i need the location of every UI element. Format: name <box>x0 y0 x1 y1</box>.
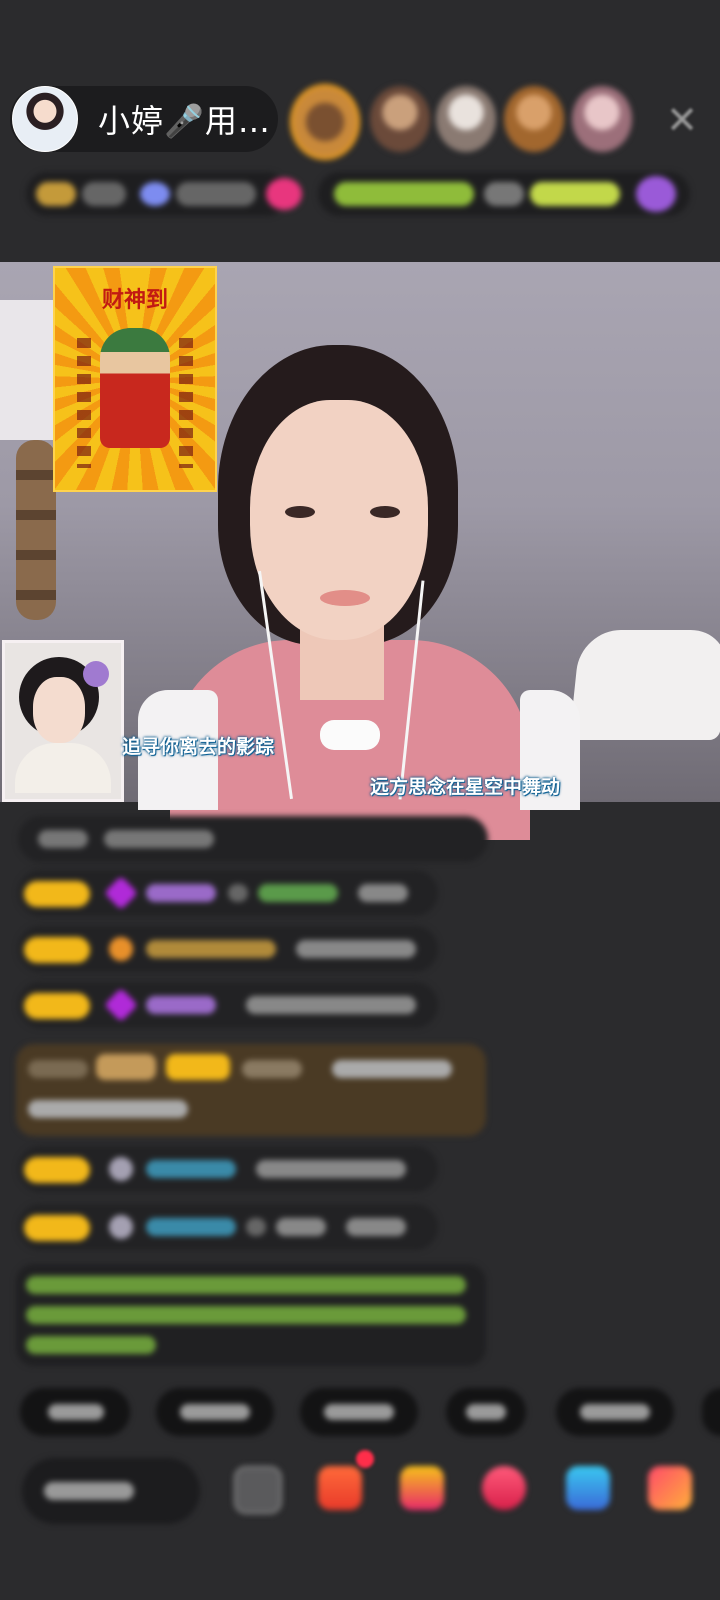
gamepad-icon[interactable] <box>566 1466 610 1510</box>
notification-dot <box>356 1450 374 1468</box>
god-of-wealth-figure <box>100 328 170 448</box>
flower-icon <box>83 661 109 687</box>
quick-reply-chip[interactable] <box>156 1388 274 1436</box>
chat-message[interactable] <box>18 926 438 972</box>
treasure-icon[interactable] <box>400 1466 444 1510</box>
viewer-avatar[interactable] <box>504 86 564 152</box>
top-viewer-avatar[interactable] <box>290 84 360 160</box>
chat-message[interactable] <box>18 870 438 916</box>
quick-reply-chip[interactable] <box>20 1388 130 1436</box>
chat-message[interactable] <box>18 1146 438 1192</box>
heart-icon[interactable] <box>482 1466 526 1510</box>
host-stats-tag[interactable] <box>26 172 302 216</box>
inset-photo <box>2 640 124 802</box>
chat-input[interactable] <box>22 1458 200 1524</box>
poster-title: 财神到 <box>101 287 168 313</box>
viewer-avatar[interactable] <box>370 86 430 152</box>
viewer-avatar[interactable] <box>436 86 496 152</box>
streamer-lips <box>320 590 370 606</box>
system-message <box>16 1264 486 1366</box>
apps-icon[interactable] <box>648 1466 692 1510</box>
streamer-eye <box>370 506 400 518</box>
background-lamp-shade <box>569 630 720 740</box>
close-icon[interactable]: ✕ <box>662 100 702 140</box>
quick-reply-chip[interactable] <box>702 1388 720 1436</box>
inset-photo-face <box>33 677 85 743</box>
host-name[interactable]: 小婷🎤用… <box>98 96 271 142</box>
chat-icon[interactable] <box>234 1466 282 1514</box>
rank-banner-tag[interactable] <box>318 172 690 216</box>
lamp-stand <box>16 440 56 620</box>
poster-couplet <box>179 338 193 468</box>
quick-reply-chip[interactable] <box>446 1388 526 1436</box>
chat-message[interactable] <box>18 982 438 1028</box>
host-avatar[interactable] <box>12 86 78 152</box>
chat-message[interactable] <box>18 1204 438 1250</box>
quick-reply-chip[interactable] <box>300 1388 418 1436</box>
dress-knot-button <box>320 720 380 750</box>
host-profile-pill[interactable]: 小婷🎤用… <box>10 86 278 152</box>
announcement-message[interactable] <box>16 1044 486 1136</box>
lyric-line-right: 远方思念在星空中舞动 <box>370 776 561 798</box>
poster-couplet <box>77 338 91 468</box>
inset-photo-body <box>15 743 111 793</box>
background-lamp <box>0 300 60 440</box>
chat-message[interactable] <box>18 816 488 862</box>
viewer-avatar[interactable] <box>572 86 632 152</box>
streamer-eye <box>285 506 315 518</box>
gift-box-icon[interactable] <box>318 1466 362 1510</box>
lyric-line-left: 追寻你离去的影踪 <box>122 736 275 758</box>
quick-reply-chip[interactable] <box>556 1388 674 1436</box>
caishen-poster: 财神到 <box>53 266 217 492</box>
